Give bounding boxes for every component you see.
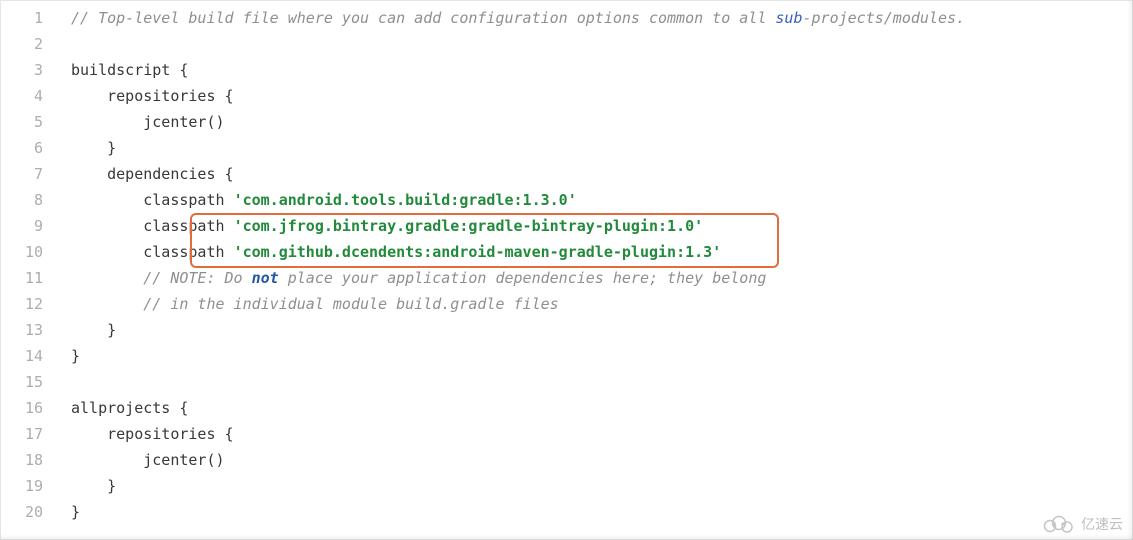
line-number: 19 — [1, 473, 57, 499]
code-area[interactable]: // Top-level build file where you can ad… — [57, 1, 1132, 539]
watermark-text: 亿速云 — [1081, 514, 1123, 534]
code-token: } — [71, 321, 116, 339]
line-number: 1 — [1, 5, 57, 31]
line-number: 17 — [1, 421, 57, 447]
code-token: jcenter() — [71, 113, 225, 131]
code-token: classpath — [71, 217, 234, 235]
line-number: 15 — [1, 369, 57, 395]
code-token: jcenter() — [71, 451, 225, 469]
line-number: 18 — [1, 447, 57, 473]
code-line — [57, 369, 1132, 395]
line-number: 12 — [1, 291, 57, 317]
code-line: classpath 'com.android.tools.build:gradl… — [57, 187, 1132, 213]
code-line: } — [57, 317, 1132, 343]
line-number: 14 — [1, 343, 57, 369]
line-number: 20 — [1, 499, 57, 525]
code-line: // Top-level build file where you can ad… — [57, 5, 1132, 31]
line-number: 7 — [1, 161, 57, 187]
code-line: allprojects { — [57, 395, 1132, 421]
code-token: allprojects { — [71, 399, 188, 417]
code-token: // Top-level build file where you can ad… — [71, 9, 775, 27]
code-token: not — [252, 269, 279, 287]
code-line: jcenter() — [57, 109, 1132, 135]
code-token: 'com.android.tools.build:gradle:1.3.0' — [234, 191, 577, 209]
code-line: repositories { — [57, 421, 1132, 447]
code-token: classpath — [71, 191, 234, 209]
code-line: jcenter() — [57, 447, 1132, 473]
code-token: sub — [775, 9, 802, 27]
code-token: -projects/modules. — [803, 9, 966, 27]
code-line: } — [57, 135, 1132, 161]
line-number: 10 — [1, 239, 57, 265]
code-line: // NOTE: Do not place your application d… — [57, 265, 1132, 291]
watermark: 亿速云 — [1041, 514, 1123, 534]
line-number: 11 — [1, 265, 57, 291]
code-token: dependencies { — [71, 165, 234, 183]
code-line: dependencies { — [57, 161, 1132, 187]
line-number: 4 — [1, 83, 57, 109]
code-token: 'com.github.dcendents:android-maven-grad… — [234, 243, 722, 261]
code-line: } — [57, 343, 1132, 369]
code-token: place your application dependencies here… — [279, 269, 767, 287]
code-line: classpath 'com.jfrog.bintray.gradle:grad… — [57, 213, 1132, 239]
code-line: repositories { — [57, 83, 1132, 109]
line-number-gutter: 1234567891011121314151617181920 — [1, 1, 57, 539]
code-token: } — [71, 503, 80, 521]
line-number: 6 — [1, 135, 57, 161]
code-line: } — [57, 473, 1132, 499]
line-number: 2 — [1, 31, 57, 57]
code-token: buildscript { — [71, 61, 188, 79]
line-number: 3 — [1, 57, 57, 83]
code-line: // in the individual module build.gradle… — [57, 291, 1132, 317]
code-line: } — [57, 499, 1132, 525]
code-token: repositories { — [71, 425, 234, 443]
code-line — [57, 31, 1132, 57]
line-number: 16 — [1, 395, 57, 421]
code-line: buildscript { — [57, 57, 1132, 83]
line-number: 5 — [1, 109, 57, 135]
line-number: 9 — [1, 213, 57, 239]
code-token: } — [71, 139, 116, 157]
code-token: repositories { — [71, 87, 234, 105]
code-lines: // Top-level build file where you can ad… — [57, 5, 1132, 525]
line-number: 13 — [1, 317, 57, 343]
code-token: } — [71, 347, 80, 365]
code-token: } — [71, 477, 116, 495]
code-line: classpath 'com.github.dcendents:android-… — [57, 239, 1132, 265]
code-token: classpath — [71, 243, 234, 261]
line-number: 8 — [1, 187, 57, 213]
cloud-icon — [1041, 514, 1075, 534]
code-token: // in the individual module build.gradle… — [71, 295, 559, 313]
code-editor[interactable]: 1234567891011121314151617181920 // Top-l… — [0, 0, 1133, 540]
code-token: // NOTE: Do — [71, 269, 252, 287]
code-token: 'com.jfrog.bintray.gradle:gradle-bintray… — [234, 217, 704, 235]
